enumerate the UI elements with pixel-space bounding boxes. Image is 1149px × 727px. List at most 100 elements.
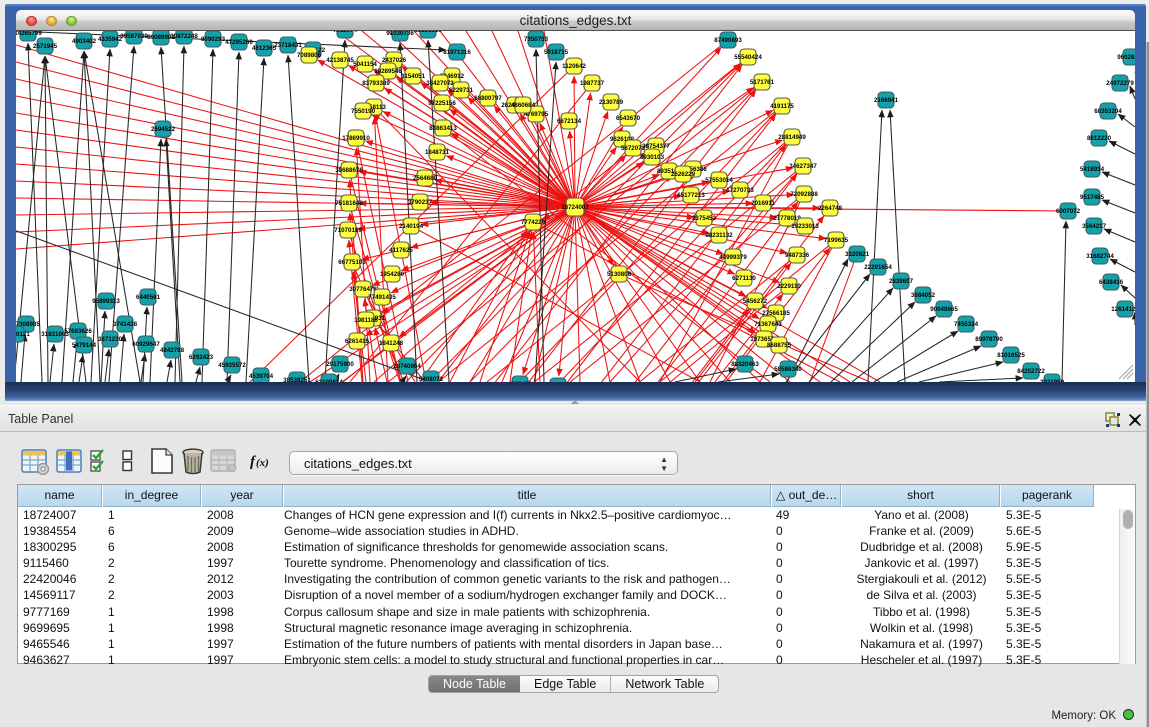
- svg-text:47295260: 47295260: [225, 39, 253, 46]
- svg-text:2571945: 2571945: [33, 43, 58, 50]
- svg-text:45935572: 45935572: [218, 362, 246, 369]
- svg-text:7350753: 7350753: [524, 36, 549, 43]
- svg-text:3741438: 3741438: [113, 321, 138, 328]
- svg-text:6292423: 6292423: [189, 354, 214, 361]
- svg-text:15831819: 15831819: [414, 31, 442, 34]
- svg-text:1120642: 1120642: [562, 63, 586, 70]
- svg-text:5456272: 5456272: [743, 298, 768, 305]
- svg-text:6271130: 6271130: [732, 275, 756, 282]
- svg-text:5171761: 5171761: [750, 79, 775, 86]
- svg-text:77491435: 77491435: [368, 294, 396, 301]
- svg-text:1841248: 1841248: [379, 340, 404, 347]
- svg-text:4117625: 4117625: [389, 247, 413, 254]
- svg-text:6229731: 6229731: [449, 87, 474, 94]
- svg-text:7774229: 7774229: [521, 219, 546, 226]
- svg-text:91030736: 91030736: [386, 31, 414, 37]
- svg-text:39587039: 39587039: [120, 33, 148, 40]
- svg-text:90048665: 90048665: [930, 306, 958, 313]
- svg-text:19289546: 19289546: [374, 68, 402, 75]
- svg-text:98231132: 98231132: [705, 232, 733, 239]
- svg-text:60929647: 60929647: [132, 341, 160, 348]
- svg-text:96028436: 96028436: [1117, 54, 1135, 61]
- svg-text:7455324: 7455324: [954, 321, 979, 328]
- svg-text:65177213: 65177213: [677, 192, 705, 199]
- svg-text:4539704: 4539704: [249, 373, 274, 380]
- svg-text:4335942: 4335942: [98, 36, 123, 43]
- svg-text:5041154: 5041154: [353, 61, 377, 68]
- svg-text:81016525: 81016525: [997, 352, 1025, 359]
- svg-text:6672134: 6672134: [557, 118, 582, 125]
- svg-text:14265799: 14265799: [16, 31, 42, 37]
- svg-text:8930103: 8930103: [640, 154, 665, 161]
- svg-text:8612220: 8612220: [1087, 135, 1112, 142]
- svg-text:29175900: 29175900: [326, 361, 354, 368]
- svg-text:6438436: 6438436: [1099, 279, 1124, 286]
- svg-text:72092888: 72092888: [790, 191, 818, 198]
- svg-text:75181648: 75181648: [335, 200, 363, 207]
- svg-text:38538251: 38538251: [283, 377, 311, 382]
- svg-text:1954280: 1954280: [380, 271, 405, 278]
- svg-text:2694522: 2694522: [151, 126, 176, 133]
- svg-text:38688676: 38688676: [335, 167, 363, 174]
- svg-text:57553014: 57553014: [705, 177, 733, 184]
- svg-text:3790237: 3790237: [408, 199, 433, 206]
- svg-text:23718431: 23718431: [274, 42, 302, 49]
- svg-text:83793389: 83793389: [362, 80, 390, 87]
- svg-text:4903402: 4903402: [72, 38, 97, 45]
- svg-text:31682744: 31682744: [1086, 253, 1114, 260]
- svg-text:34627347: 34627347: [789, 163, 817, 170]
- svg-text:55540424: 55540424: [734, 54, 762, 61]
- svg-text:3871230: 3871230: [98, 336, 123, 343]
- svg-text:89978790: 89978790: [975, 336, 1003, 343]
- svg-text:2140194: 2140194: [399, 223, 424, 230]
- svg-text:71070189: 71070189: [334, 227, 362, 234]
- svg-text:3564217: 3564217: [1082, 223, 1107, 230]
- svg-text:4191175: 4191175: [770, 103, 794, 110]
- svg-text:95899313: 95899313: [92, 298, 120, 305]
- svg-text:42138745: 42138745: [326, 57, 354, 64]
- svg-text:83863413: 83863413: [429, 125, 457, 132]
- svg-text:6007072: 6007072: [1056, 208, 1081, 215]
- svg-text:2626229: 2626229: [671, 171, 696, 178]
- svg-text:63100814: 63100814: [315, 379, 343, 382]
- svg-text:2564689: 2564689: [413, 175, 438, 182]
- svg-text:18724007: 18724007: [561, 204, 589, 211]
- svg-text:95320121: 95320121: [16, 331, 30, 338]
- svg-text:97225156: 97225156: [428, 100, 456, 107]
- svg-text:8090293: 8090293: [201, 36, 226, 43]
- svg-text:22201654: 22201654: [864, 264, 892, 271]
- svg-text:6261415: 6261415: [345, 338, 370, 345]
- svg-text:7022674: 7022674: [333, 31, 358, 34]
- svg-text:7089806: 7089806: [297, 52, 322, 59]
- svg-text:3320821: 3320821: [845, 251, 870, 258]
- svg-text:68353204: 68353204: [1094, 108, 1122, 115]
- svg-text:9517485: 9517485: [1080, 194, 1105, 201]
- svg-text:2016911: 2016911: [751, 200, 775, 207]
- svg-text:10872248: 10872248: [170, 33, 198, 40]
- svg-text:28740864: 28740864: [393, 363, 421, 370]
- svg-text:57683626: 57683626: [64, 328, 92, 335]
- svg-text:4860684: 4860684: [511, 102, 536, 109]
- svg-text:5918715: 5918715: [544, 49, 569, 56]
- svg-text:68800797: 68800797: [474, 95, 502, 102]
- svg-text:38427073: 38427073: [426, 80, 454, 87]
- svg-text:5408072: 5408072: [419, 376, 444, 382]
- svg-text:2375453: 2375453: [692, 215, 717, 222]
- svg-text:5418934: 5418934: [1080, 166, 1105, 173]
- svg-text:1848731: 1848731: [425, 149, 450, 156]
- svg-text:6440561: 6440561: [136, 294, 161, 301]
- svg-text:88320463: 88320463: [731, 361, 759, 368]
- svg-text:17270733: 17270733: [726, 187, 754, 194]
- svg-text:8688755: 8688755: [767, 342, 792, 349]
- svg-text:19233013: 19233013: [791, 223, 819, 230]
- svg-text:9487336: 9487336: [785, 252, 810, 259]
- svg-text:71367643: 71367643: [754, 321, 782, 328]
- svg-text:4612365: 4612365: [252, 45, 277, 52]
- svg-text:4823498: 4823498: [508, 381, 533, 382]
- svg-text:5130808: 5130808: [607, 271, 632, 278]
- svg-text:87490893: 87490893: [714, 37, 742, 44]
- svg-text:28814949: 28814949: [778, 134, 806, 141]
- svg-text:3684052: 3684052: [911, 292, 936, 299]
- svg-text:4842788: 4842788: [160, 347, 185, 354]
- svg-text:24972279: 24972279: [1106, 80, 1134, 87]
